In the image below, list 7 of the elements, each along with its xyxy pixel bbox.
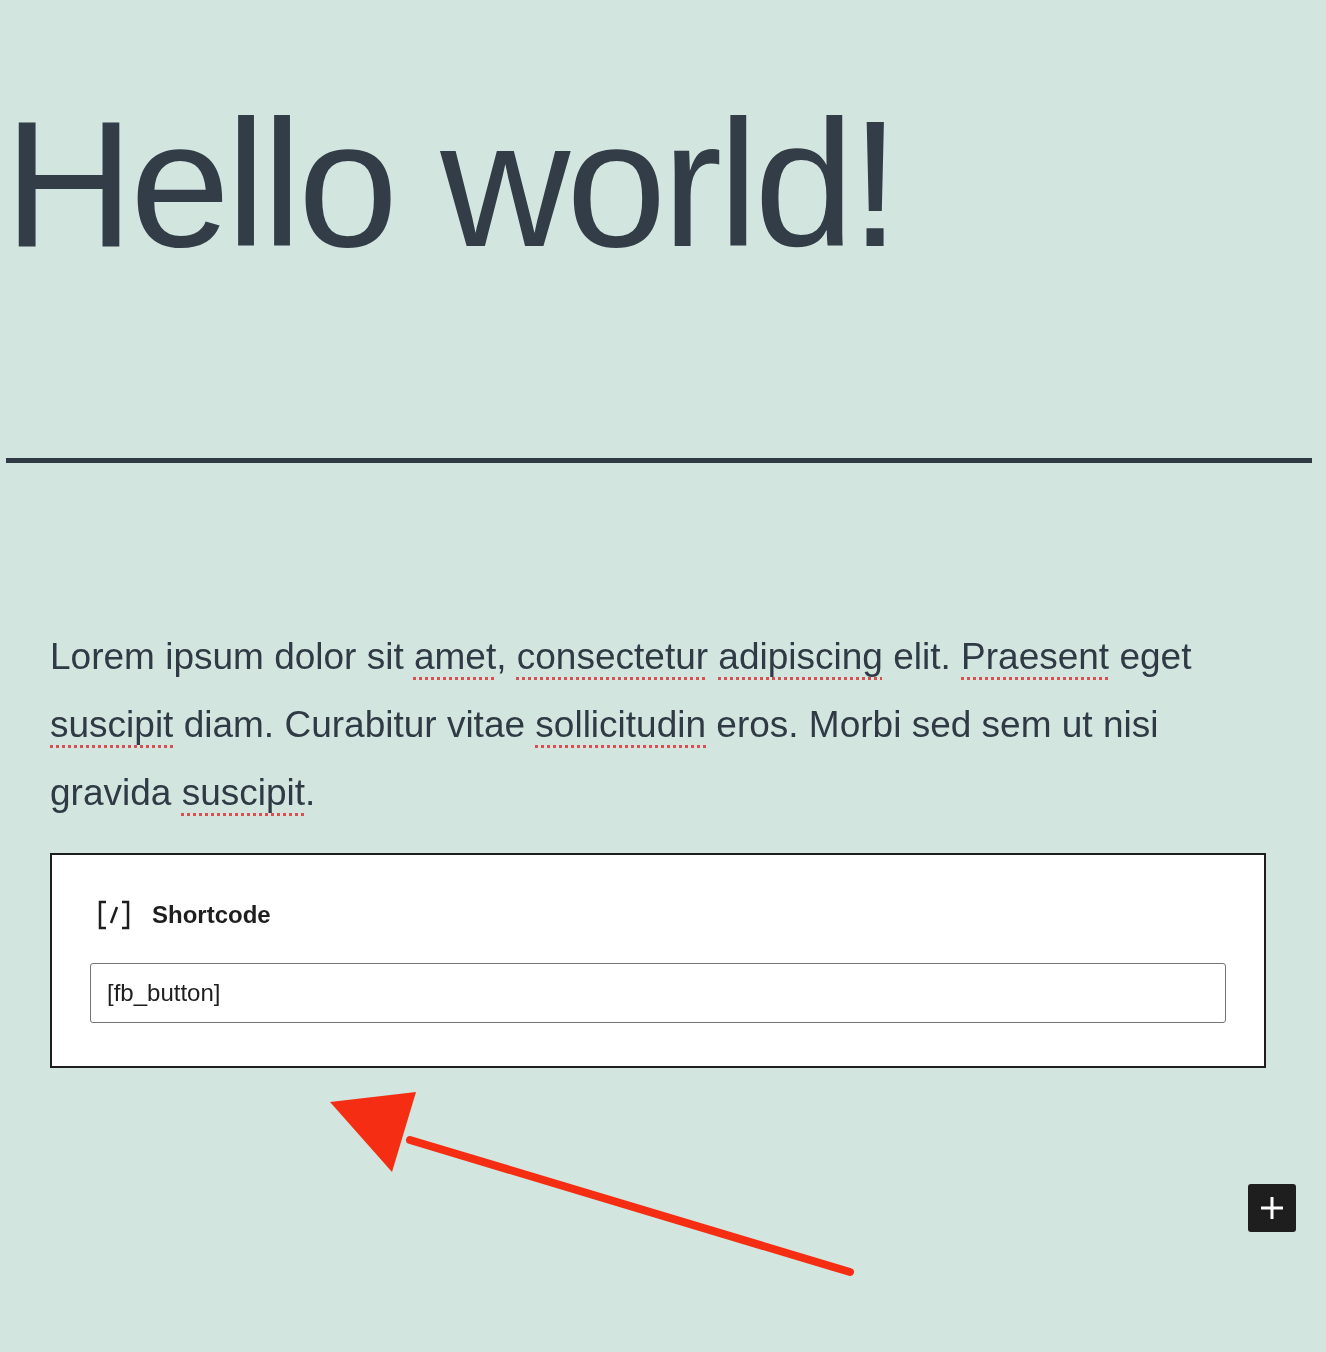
block-label: Shortcode xyxy=(152,901,271,929)
post-title: Hello world! xyxy=(4,84,897,284)
shortcode-input[interactable]: [fb_button] xyxy=(90,963,1226,1023)
plus-icon xyxy=(1259,1195,1285,1221)
add-block-button[interactable] xyxy=(1248,1184,1296,1232)
shortcode-icon xyxy=(96,899,132,931)
paragraph: Lorem ipsum dolor sit amet, consectetur adipiscing elit. Praesent eget suscipit diam. Curabitur vitae sollicitudin eros. Morbi sed sem ut nisi gravida suscipit. xyxy=(50,635,1193,815)
